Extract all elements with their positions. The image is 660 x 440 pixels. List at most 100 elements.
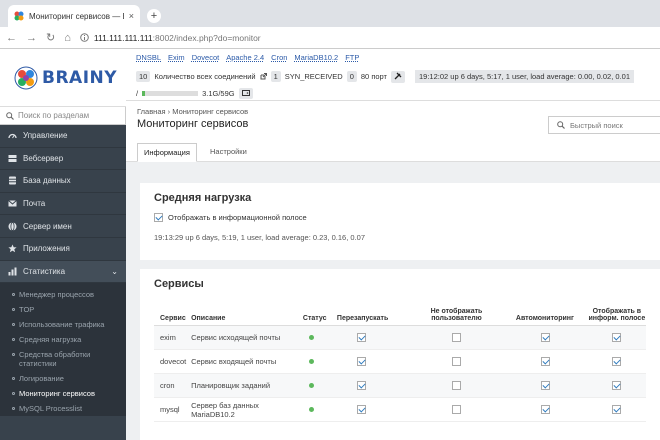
sub-item-top[interactable]: TOP bbox=[0, 302, 126, 317]
automonitor-checkbox[interactable] bbox=[540, 405, 550, 414]
bullet-icon bbox=[12, 293, 15, 297]
statistics-submenu: Менеджер процессов TOP Использование тра… bbox=[0, 283, 126, 417]
tab-close-icon[interactable]: × bbox=[129, 11, 134, 21]
bullet-icon bbox=[12, 323, 15, 327]
sidebar-search-placeholder: Поиск по разделам bbox=[18, 111, 90, 120]
restart-cell bbox=[337, 381, 411, 390]
service-name: cron bbox=[160, 381, 175, 390]
link-cron[interactable]: Cron bbox=[271, 53, 287, 62]
show-in-bar-checkbox[interactable] bbox=[612, 381, 622, 390]
link-dovecot[interactable]: Dovecot bbox=[192, 53, 220, 62]
page-info-icon[interactable] bbox=[80, 33, 89, 42]
sub-item-mysql-processlist[interactable]: MySQL Processlist bbox=[0, 401, 126, 416]
restart-checkbox[interactable] bbox=[356, 333, 366, 342]
sub-item-label: TOP bbox=[19, 305, 35, 315]
automonitor-checkbox[interactable] bbox=[540, 333, 550, 342]
quick-search-input[interactable]: Быстрый поиск bbox=[548, 116, 660, 134]
external-link-icon[interactable] bbox=[260, 73, 267, 80]
uptime-readout: 19:12:02 up 6 days, 5:17, 1 user, load a… bbox=[415, 70, 634, 83]
restart-checkbox[interactable] bbox=[356, 381, 366, 390]
show-in-bar-checkbox[interactable] bbox=[612, 333, 622, 342]
brand-logo[interactable]: BRAINY bbox=[0, 49, 126, 107]
url-path: :8002/index.php?do=monitor bbox=[152, 32, 261, 43]
conn-count: 10 bbox=[136, 71, 151, 82]
hide-from-user-cell bbox=[411, 333, 502, 342]
load-title: Средняя нагрузка bbox=[154, 192, 252, 204]
sidebar-item-nameserver[interactable]: Сервер имен bbox=[0, 215, 126, 238]
sub-item-stats-tools[interactable]: Средства обработки статистики bbox=[0, 347, 126, 371]
automonitor-checkbox[interactable] bbox=[540, 381, 550, 390]
link-dnsbl[interactable]: DNSBL bbox=[136, 53, 161, 62]
sub-item-process-manager[interactable]: Менеджер процессов bbox=[0, 287, 126, 302]
home-icon[interactable]: ⌂ bbox=[64, 32, 71, 44]
show-in-bar-checkbox[interactable] bbox=[154, 213, 163, 222]
automonitor-cell bbox=[502, 333, 587, 342]
show-in-bar-checkbox[interactable] bbox=[612, 405, 622, 414]
plugin-button[interactable] bbox=[391, 70, 405, 83]
link-mariadb[interactable]: MariaDB10.2 bbox=[294, 53, 338, 62]
restart-checkbox[interactable] bbox=[356, 357, 366, 366]
address-bar[interactable]: 111.111.111.111:8002/index.php?do=monito… bbox=[80, 33, 261, 43]
show-in-bar-option[interactable]: Отображать в информационной полосе bbox=[154, 213, 646, 222]
sub-item-label: Средства обработки статистики bbox=[19, 350, 91, 369]
port-count: 0 bbox=[346, 71, 357, 82]
browser-tab[interactable]: Мониторинг сервисов — Brainy × bbox=[8, 5, 140, 27]
tab-settings[interactable]: Настройки bbox=[204, 143, 253, 162]
service-description: Планировщик заданий bbox=[191, 381, 271, 390]
sidebar-item-database[interactable]: База данных bbox=[0, 170, 126, 193]
bullet-icon bbox=[12, 407, 15, 411]
sub-item-traffic[interactable]: Использование трафика bbox=[0, 317, 126, 332]
hide-from-user-checkbox[interactable] bbox=[452, 405, 462, 414]
service-status bbox=[303, 357, 337, 366]
forward-icon[interactable]: → bbox=[26, 32, 37, 44]
sidebar-search-input[interactable]: Поиск по разделам bbox=[0, 107, 126, 125]
sidebar-item-management[interactable]: Управление bbox=[0, 125, 126, 148]
restart-checkbox[interactable] bbox=[356, 405, 366, 414]
breadcrumb: Главная › Мониторинг сервисов bbox=[137, 107, 649, 116]
hide-from-user-checkbox[interactable] bbox=[452, 333, 462, 342]
service-status bbox=[303, 405, 337, 414]
automonitor-cell bbox=[502, 357, 587, 366]
new-tab-button[interactable]: + bbox=[147, 9, 161, 23]
reload-icon[interactable]: ↻ bbox=[46, 31, 55, 44]
sub-item-service-monitor[interactable]: Мониторинг сервисов bbox=[0, 386, 126, 401]
hdd-icon bbox=[241, 90, 250, 96]
brainy-logo-icon bbox=[14, 66, 38, 89]
sidebar-item-label: Сервер имен bbox=[23, 221, 72, 231]
col-automonitor: Автомониторинг bbox=[515, 315, 574, 322]
disk-progress-bar bbox=[142, 91, 199, 96]
globe-icon bbox=[8, 221, 17, 231]
sidebar-item-label: Приложения bbox=[23, 244, 70, 254]
disk-details-button[interactable] bbox=[238, 88, 253, 99]
sidebar-item-statistics[interactable]: Статистика ⌄ bbox=[0, 260, 126, 284]
bullet-icon bbox=[12, 308, 15, 312]
breadcrumb-home[interactable]: Главная bbox=[137, 107, 166, 116]
show-in-bar-checkbox[interactable] bbox=[612, 357, 622, 366]
link-exim[interactable]: Exim bbox=[168, 53, 185, 62]
syn-label: SYN_RECEIVED bbox=[284, 72, 343, 81]
sidebar-item-apps[interactable]: Приложения bbox=[0, 238, 126, 261]
table-row: exim Сервис исходящей почты bbox=[154, 326, 646, 350]
sidebar-item-label: Почта bbox=[23, 199, 46, 209]
sidebar-item-label: База данных bbox=[23, 176, 71, 186]
services-panel: Сервисы Сервис Описание Статус Перезапус… bbox=[140, 269, 660, 440]
services-title: Сервисы bbox=[154, 278, 204, 290]
sub-item-load[interactable]: Средняя нагрузка bbox=[0, 332, 126, 347]
sidebar-item-mail[interactable]: Почта bbox=[0, 193, 126, 216]
sub-item-logging[interactable]: Логирование bbox=[0, 371, 126, 386]
hide-from-user-checkbox[interactable] bbox=[452, 357, 462, 366]
chevron-down-icon: ⌄ bbox=[111, 266, 118, 276]
link-ftp[interactable]: FTP bbox=[345, 53, 359, 62]
link-apache[interactable]: Apache 2.4 bbox=[226, 53, 264, 62]
sidebar-item-webserver[interactable]: Вебсервер bbox=[0, 148, 126, 171]
back-icon[interactable]: ← bbox=[6, 32, 17, 44]
hide-from-user-checkbox[interactable] bbox=[452, 381, 462, 390]
info-bar: DNSBL Exim Dovecot Apache 2.4 Cron Maria… bbox=[126, 49, 660, 101]
automonitor-checkbox[interactable] bbox=[540, 357, 550, 366]
bullet-icon bbox=[12, 377, 15, 381]
sub-item-label: Использование трафика bbox=[19, 320, 105, 330]
conn-label[interactable]: Количество всех соединений bbox=[154, 72, 255, 81]
browser-tab-title: Мониторинг сервисов — Brainy bbox=[29, 11, 124, 21]
show-in-bar-label: Отображать в информационной полосе bbox=[168, 213, 307, 222]
tab-information[interactable]: Информация bbox=[137, 143, 197, 162]
